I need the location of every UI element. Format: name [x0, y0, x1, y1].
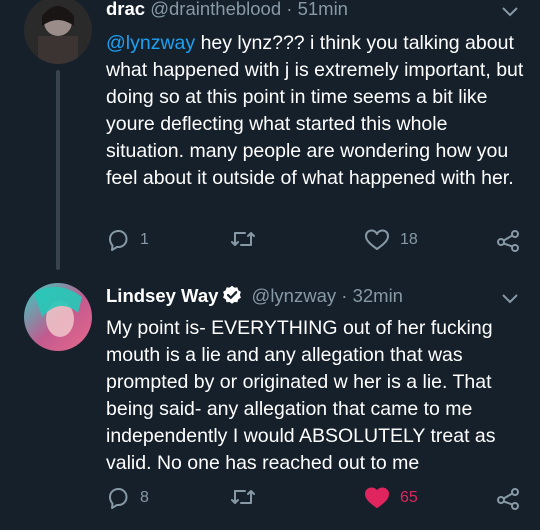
thread-line: [56, 70, 60, 270]
like-count: 18: [400, 231, 418, 248]
tweet-body-text: hey lynz??? i think you talking about wh…: [106, 32, 524, 189]
reply-button[interactable]: 1: [106, 228, 149, 252]
share-icon: [496, 486, 520, 510]
tweet-actions: 8 65: [106, 486, 526, 516]
reply-button[interactable]: 8: [106, 486, 149, 510]
tweet-header: drac @draintheblood · 51min: [106, 0, 348, 20]
heart-icon: [364, 228, 390, 252]
like-button[interactable]: 65: [364, 486, 418, 510]
chevron-down-icon[interactable]: [502, 291, 518, 309]
tweet-text: @lynzway hey lynz??? i think you talking…: [106, 30, 526, 192]
separator-dot: ·: [286, 0, 293, 19]
display-name[interactable]: drac: [106, 0, 145, 19]
like-button[interactable]: 18: [364, 228, 418, 252]
tweet-text: My point is- EVERYTHING out of her fucki…: [106, 315, 526, 477]
user-handle[interactable]: @lynzway: [252, 285, 337, 306]
display-name[interactable]: Lindsey Way: [106, 285, 218, 306]
retweet-button[interactable]: [230, 486, 266, 508]
verified-badge-icon: [222, 285, 242, 310]
user-handle[interactable]: @draintheblood: [150, 0, 281, 19]
heart-icon: [364, 486, 390, 510]
timestamp[interactable]: 51min: [298, 0, 348, 19]
retweet-icon: [230, 228, 256, 250]
mention-link[interactable]: @lynzway: [106, 32, 195, 54]
timestamp[interactable]: 32min: [353, 285, 403, 306]
avatar-lindsey-way[interactable]: [24, 283, 92, 351]
reply-count: 8: [140, 489, 149, 506]
tweet-body-text: My point is- EVERYTHING out of her fucki…: [106, 317, 496, 474]
chevron-down-icon[interactable]: [502, 4, 518, 22]
share-button[interactable]: [496, 228, 520, 252]
tweet-lindsey-way[interactable]: Lindsey Way @lynzway · 32min My point is…: [0, 275, 540, 530]
share-button[interactable]: [496, 486, 520, 510]
retweet-button[interactable]: [230, 228, 266, 250]
share-icon: [496, 228, 520, 252]
like-count: 65: [400, 489, 418, 506]
avatar-drac[interactable]: [24, 0, 92, 64]
reply-icon: [106, 228, 130, 252]
separator-dot: ·: [341, 285, 348, 306]
tweet-actions: 1 18: [106, 228, 526, 258]
tweet-header: Lindsey Way @lynzway · 32min: [106, 285, 403, 310]
tweet-drac[interactable]: drac @draintheblood · 51min @lynzway hey…: [0, 0, 540, 275]
retweet-icon: [230, 486, 256, 508]
reply-count: 1: [140, 231, 149, 248]
reply-icon: [106, 486, 130, 510]
